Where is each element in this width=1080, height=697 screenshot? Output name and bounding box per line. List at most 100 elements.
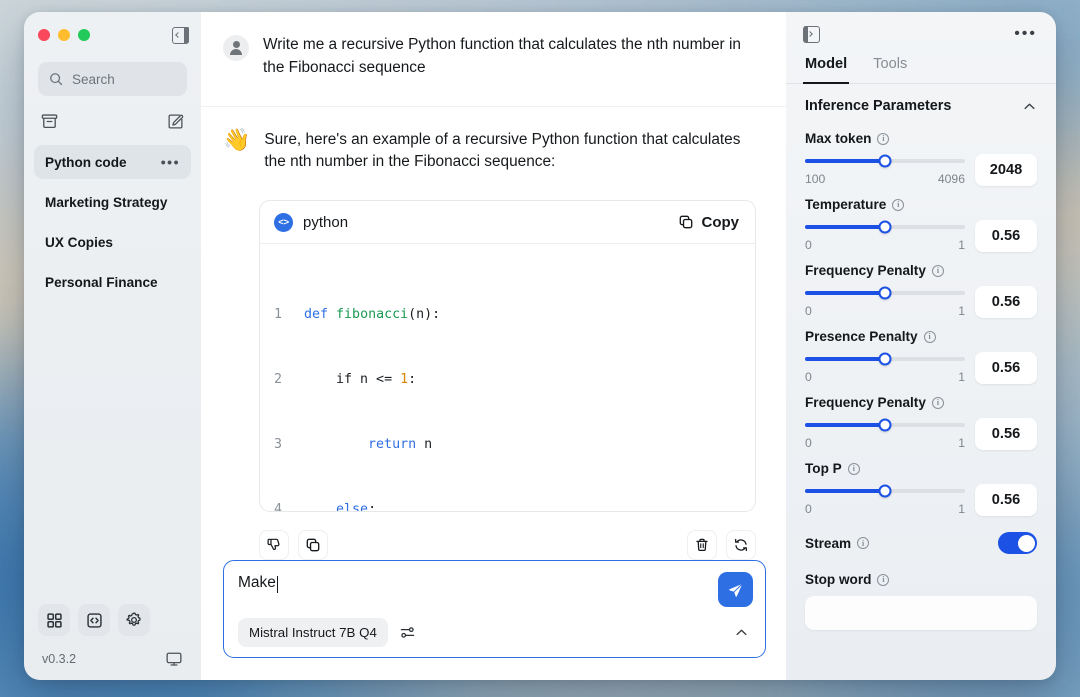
line-number: 1 — [274, 306, 283, 322]
regenerate-button[interactable] — [726, 530, 756, 560]
code-badge-icon: <> — [274, 212, 293, 232]
param-value-input[interactable]: 0.56 — [975, 286, 1037, 318]
info-icon[interactable]: i — [923, 330, 936, 343]
info-icon[interactable]: i — [892, 198, 905, 211]
param-max: 1 — [958, 501, 965, 516]
line-number: 3 — [274, 436, 283, 452]
inspector-tabs: Model Tools — [786, 56, 1056, 84]
sidebar-item-ux-copies[interactable]: UX Copies — [34, 225, 191, 259]
section-header[interactable]: Inference Parameters — [805, 84, 1037, 120]
info-icon[interactable]: i — [847, 462, 860, 475]
tab-model[interactable]: Model — [802, 56, 850, 84]
chevron-up-icon[interactable] — [1022, 99, 1037, 114]
param-name: Presence Penalty — [805, 329, 918, 344]
param-value-input[interactable]: 0.56 — [975, 484, 1037, 516]
search-input[interactable]: Search — [38, 62, 187, 96]
param-value-input[interactable]: 0.56 — [975, 418, 1037, 450]
param-name: Stop word — [805, 572, 872, 587]
param-presence-penalty: Presence Penalty i 0 1 0.56 — [805, 329, 1037, 384]
sliders-icon[interactable] — [399, 624, 416, 641]
param-stream: Stream i — [805, 532, 1037, 554]
param-label: Stop word i — [805, 572, 1037, 587]
panel-collapse-left-icon[interactable] — [172, 26, 189, 44]
code-block-header: <> python Copy — [260, 201, 755, 245]
compose-icon[interactable] — [166, 112, 185, 131]
app-window: Search Python code ••• Marketing Strateg… — [24, 12, 1056, 680]
info-icon[interactable]: i — [857, 537, 870, 549]
monitor-icon[interactable] — [165, 650, 183, 668]
param-slider[interactable] — [805, 154, 965, 168]
thumbs-down-button[interactable] — [259, 530, 289, 560]
avatar — [223, 35, 249, 61]
sidebar-item-personal-finance[interactable]: Personal Finance — [34, 265, 191, 299]
param-slider[interactable] — [805, 418, 965, 432]
composer[interactable]: Make Mistral Instruct 7B Q4 — [223, 560, 766, 658]
param-slider[interactable] — [805, 484, 965, 498]
grid-icon — [46, 612, 63, 629]
param-value-input[interactable]: 2048 — [975, 154, 1037, 186]
param-max-token: Max token i 100 4096 2048 — [805, 131, 1037, 186]
trash-icon — [694, 537, 710, 553]
param-slider[interactable] — [805, 286, 965, 300]
inspector-more-menu[interactable]: ••• — [1014, 26, 1037, 42]
param-slider[interactable] — [805, 352, 965, 366]
code-language: <> python — [274, 212, 348, 232]
delete-message-button[interactable] — [687, 530, 717, 560]
stream-toggle[interactable] — [998, 532, 1037, 554]
param-min: 0 — [805, 303, 812, 318]
tab-tools[interactable]: Tools — [873, 56, 907, 83]
param-value-input[interactable]: 0.56 — [975, 220, 1037, 252]
code-line: 2 if n <= 1: — [274, 369, 739, 391]
maximize-window-button[interactable] — [78, 29, 90, 41]
send-button[interactable] — [718, 572, 753, 607]
user-message: Write me a recursive Python function tha… — [201, 12, 786, 107]
copy-code-button[interactable]: Copy — [678, 213, 740, 231]
info-icon[interactable]: i — [877, 132, 890, 145]
info-icon[interactable]: i — [931, 264, 944, 277]
param-value-input[interactable]: 0.56 — [975, 352, 1037, 384]
sidebar-item-python-code[interactable]: Python code ••• — [34, 145, 191, 179]
minimize-window-button[interactable] — [58, 29, 70, 41]
param-max: 1 — [958, 303, 965, 318]
gear-icon — [125, 611, 143, 629]
thumbs-down-icon — [266, 537, 282, 553]
param-name: Top P — [805, 461, 842, 476]
search-placeholder: Search — [72, 71, 115, 87]
chat-list: Python code ••• Marketing Strategy UX Co… — [24, 145, 201, 305]
info-icon[interactable]: i — [877, 573, 890, 586]
assistant-message: 👋 Sure, here's an example of a recursive… — [201, 107, 786, 197]
model-selector-chip[interactable]: Mistral Instruct 7B Q4 — [238, 618, 388, 647]
chat-item-menu-icon[interactable]: ••• — [161, 155, 180, 169]
tab-label: Model — [805, 56, 848, 72]
close-window-button[interactable] — [38, 29, 50, 41]
param-max: 1 — [958, 435, 965, 450]
param-label: Frequency Penalty i — [805, 395, 1037, 410]
code-line: 3 return n — [274, 434, 739, 456]
send-icon — [727, 581, 745, 599]
sidebar-tool-row — [38, 604, 187, 636]
apps-grid-button[interactable] — [38, 604, 70, 636]
composer-footer: Mistral Instruct 7B Q4 — [238, 618, 753, 647]
param-min: 0 — [805, 369, 812, 384]
code-button[interactable] — [78, 604, 110, 636]
param-label: Stream i — [805, 536, 870, 551]
sidebar-item-marketing-strategy[interactable]: Marketing Strategy — [34, 185, 191, 219]
composer-area: Make Mistral Instruct 7B Q4 — [201, 560, 786, 680]
param-slider[interactable] — [805, 220, 965, 234]
param-label: Temperature i — [805, 197, 1037, 212]
copy-message-button[interactable] — [298, 530, 328, 560]
info-icon[interactable]: i — [931, 396, 944, 409]
param-name: Frequency Penalty — [805, 263, 926, 278]
param-max: 1 — [958, 237, 965, 252]
message-input[interactable]: Make — [238, 574, 753, 616]
stop-word-input[interactable] — [805, 596, 1037, 630]
desktop-background: Search Python code ••• Marketing Strateg… — [0, 0, 1080, 697]
panel-expand-right-icon[interactable] — [803, 25, 820, 43]
settings-button[interactable] — [118, 604, 150, 636]
sidebar-titlebar — [24, 12, 201, 58]
archive-icon[interactable] — [40, 112, 59, 131]
copy-label: Copy — [701, 213, 740, 231]
composer-expand-button[interactable] — [734, 625, 749, 640]
code-block: <> python Copy 1 def fibonacci(n): 2 if … — [259, 200, 756, 512]
assistant-message-text: Sure, here's an example of a recursive P… — [264, 130, 741, 171]
